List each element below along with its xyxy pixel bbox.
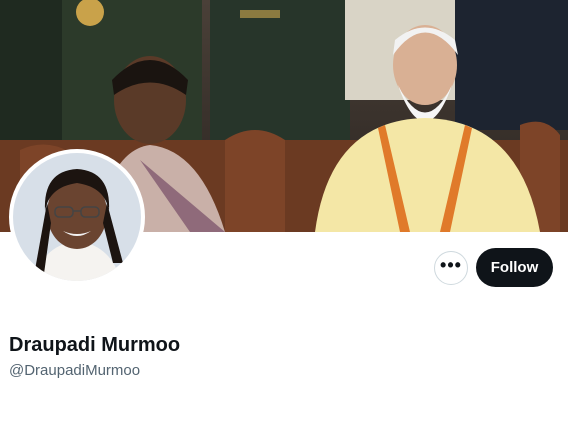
avatar[interactable] [9,149,145,285]
profile-display-name: Draupadi Murmoo [9,334,181,356]
avatar-photo [13,153,141,281]
follow-button[interactable]: Follow [476,248,553,287]
more-icon: ••• [440,254,462,275]
more-options-button[interactable]: ••• [434,251,468,285]
profile-handle: @DraupadiMurmoo [9,362,141,379]
